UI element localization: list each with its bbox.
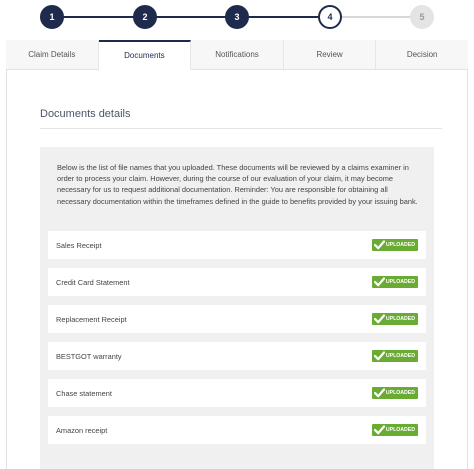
status-badge: UPLOADED: [371, 424, 418, 436]
step-5: 5: [410, 5, 434, 29]
document-name: Credit Card Statement: [56, 277, 130, 287]
documents-intro-text: Below is the list of file names that you…: [57, 163, 418, 206]
document-row: BESTGOT warranty UPLOADED: [48, 342, 426, 370]
documents-panel: Below is the list of file names that you…: [40, 147, 434, 469]
status-label: UPLOADED: [385, 242, 415, 248]
document-name: Chase statement: [56, 388, 112, 398]
tab-decision[interactable]: Decision: [376, 40, 468, 69]
checkmark-icon: [373, 425, 385, 435]
document-row: Amazon receipt UPLOADED: [48, 416, 426, 444]
step-4[interactable]: 4: [318, 5, 342, 29]
status-label: UPLOADED: [385, 279, 415, 285]
document-row: Credit Card Statement UPLOADED: [48, 268, 426, 296]
tab-notifications[interactable]: Notifications: [191, 40, 284, 69]
status-label: UPLOADED: [385, 390, 415, 396]
tab-review[interactable]: Review: [284, 40, 377, 69]
checkmark-icon: [373, 351, 385, 361]
tab-claim-details[interactable]: Claim Details: [6, 40, 99, 69]
claim-tabs: Claim Details Documents Notifications Re…: [6, 40, 468, 70]
status-badge: UPLOADED: [371, 239, 418, 251]
document-name: Replacement Receipt: [56, 314, 127, 324]
document-name: Amazon receipt: [56, 425, 108, 435]
step-3[interactable]: 3: [225, 5, 249, 29]
document-row: Chase statement UPLOADED: [48, 379, 426, 407]
step-number: 4: [327, 12, 333, 22]
tab-documents[interactable]: Documents: [98, 40, 192, 70]
checkmark-icon: [373, 314, 385, 324]
document-row: Replacement Receipt UPLOADED: [48, 305, 426, 333]
step-number: 2: [142, 12, 148, 22]
status-badge: UPLOADED: [371, 276, 418, 288]
document-name: Sales Receipt: [56, 240, 102, 250]
stepper-line-complete: [52, 16, 332, 18]
checkmark-icon: [373, 277, 385, 287]
step-number: 1: [49, 12, 55, 22]
section-divider: [40, 128, 442, 129]
stepper-line-pending: [332, 16, 422, 18]
document-name: BESTGOT warranty: [56, 351, 122, 361]
checkmark-icon: [373, 388, 385, 398]
documents-tab-panel: Documents details Below is the list of f…: [6, 70, 468, 469]
step-2[interactable]: 2: [133, 5, 157, 29]
status-label: UPLOADED: [385, 427, 415, 433]
status-badge: UPLOADED: [371, 313, 418, 325]
document-row: Sales Receipt UPLOADED: [48, 231, 426, 259]
progress-stepper: 1 2 3 4 5: [0, 0, 474, 34]
step-1[interactable]: 1: [40, 5, 64, 29]
status-label: UPLOADED: [385, 316, 415, 322]
checkmark-icon: [373, 240, 385, 250]
step-number: 3: [234, 12, 240, 22]
status-label: UPLOADED: [385, 353, 415, 359]
status-badge: UPLOADED: [371, 350, 418, 362]
documents-section-title: Documents details: [40, 108, 131, 120]
status-badge: UPLOADED: [371, 387, 418, 399]
step-number: 5: [419, 12, 425, 22]
